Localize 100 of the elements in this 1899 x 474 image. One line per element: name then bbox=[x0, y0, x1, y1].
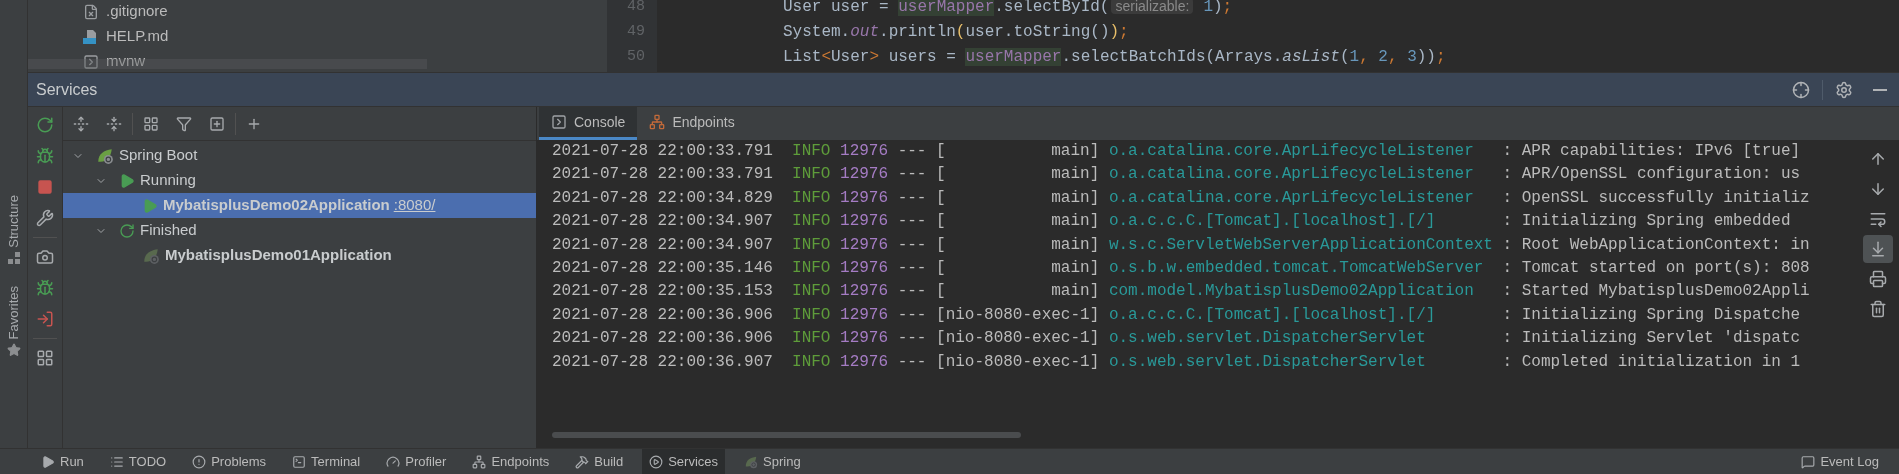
log-pid: 12976 bbox=[840, 211, 889, 233]
tool-window-tab[interactable]: Endpoints bbox=[465, 449, 557, 474]
event-log-button[interactable]: Event Log bbox=[1801, 451, 1879, 472]
gauge-icon bbox=[386, 454, 401, 469]
port-link[interactable]: :8080/ bbox=[393, 194, 436, 217]
log-pid: 12976 bbox=[840, 164, 889, 186]
log-thread: [nio-8080-exec-1] bbox=[936, 328, 1100, 350]
log-separator: --- bbox=[897, 211, 927, 233]
markdown-file-icon bbox=[83, 28, 99, 45]
log-logger: o.a.c.c.C.[Tomcat].[localhost].[/] bbox=[1108, 212, 1436, 231]
log-thread: [ main] bbox=[936, 164, 1100, 186]
log-message: : Completed initialization in 1 bbox=[1502, 351, 1801, 373]
log-message: : OpenSSL successfully initializ bbox=[1502, 187, 1810, 209]
structure-icon bbox=[7, 251, 20, 264]
project-file-item[interactable]: mvnw bbox=[83, 49, 607, 72]
services-icon bbox=[649, 454, 664, 469]
debug-icon bbox=[36, 147, 54, 165]
log-pid: 12976 bbox=[840, 304, 889, 326]
play-icon bbox=[41, 454, 55, 469]
side-tool-tab[interactable]: Structure bbox=[3, 195, 24, 264]
terminal-icon bbox=[292, 454, 307, 469]
tool-window-tab[interactable]: Profiler bbox=[379, 449, 454, 474]
tool-window-tab[interactable]: Run bbox=[34, 449, 91, 474]
wrench-icon bbox=[36, 209, 54, 227]
settings-icon bbox=[1835, 80, 1853, 99]
log-timestamp: 2021-07-28 22:00:33.791 bbox=[552, 164, 773, 186]
project-file-item[interactable]: .gitignore bbox=[83, 0, 607, 24]
attach-debugger-icon bbox=[36, 279, 54, 297]
stop-icon bbox=[37, 179, 53, 195]
log-pid: 12976 bbox=[840, 328, 889, 350]
log-pid: 12976 bbox=[840, 351, 889, 373]
console-tab[interactable]: Console bbox=[539, 107, 638, 140]
log-pid: 12976 bbox=[840, 258, 889, 280]
code-line: User user = userMapper.selectById( serializable: 1); bbox=[783, 0, 1233, 18]
log-logger: o.a.catalina.core.AprLifecycleListener bbox=[1108, 165, 1474, 184]
log-logger: com.model.MybatisplusDemo02Application bbox=[1108, 282, 1474, 301]
parameter-hint: serializable: bbox=[1111, 0, 1194, 14]
spring-leaf-icon bbox=[96, 146, 114, 165]
service-tree-item[interactable]: MybatisplusDemo01Application bbox=[63, 243, 536, 268]
log-logger: o.a.catalina.core.AprLifecycleListener bbox=[1108, 188, 1474, 207]
clear-icon bbox=[1869, 300, 1887, 318]
spring-leaf-icon bbox=[744, 454, 759, 469]
log-timestamp: 2021-07-28 22:00:36.906 bbox=[552, 304, 773, 326]
service-tree-item[interactable]: MybatisplusDemo02Application :8080/ bbox=[63, 193, 536, 218]
log-pid: 12976 bbox=[840, 281, 889, 303]
project-file-item[interactable]: HELP.md bbox=[83, 24, 607, 49]
tool-window-tab[interactable]: Services bbox=[642, 449, 726, 474]
star-icon bbox=[6, 343, 21, 358]
tool-window-tab[interactable]: Problems bbox=[185, 449, 274, 474]
log-timestamp: 2021-07-28 22:00:35.146 bbox=[552, 258, 773, 280]
scroll-to-end-button[interactable] bbox=[1863, 235, 1893, 263]
service-tree-item[interactable]: Spring Boot bbox=[63, 143, 536, 168]
warning-icon bbox=[192, 454, 207, 469]
tool-window-tab[interactable]: Spring bbox=[737, 449, 808, 474]
service-tree-item[interactable]: Running bbox=[63, 168, 536, 193]
log-logger: o.a.catalina.core.AprLifecycleListener bbox=[1108, 142, 1474, 160]
log-message: : Initializing Spring Dispatche bbox=[1502, 304, 1801, 326]
play-icon bbox=[142, 197, 158, 214]
log-level: INFO bbox=[792, 164, 831, 186]
tool-window-tab[interactable]: Terminal bbox=[285, 449, 368, 474]
endpoints-icon bbox=[649, 114, 666, 130]
log-thread: [ main] bbox=[936, 141, 1100, 162]
new-group-icon bbox=[209, 115, 225, 132]
print-icon bbox=[1869, 270, 1887, 288]
endpoints-icon bbox=[472, 454, 487, 469]
log-separator: --- bbox=[897, 141, 927, 162]
log-timestamp: 2021-07-28 22:00:36.906 bbox=[552, 328, 773, 350]
log-separator: --- bbox=[897, 187, 927, 209]
log-level: INFO bbox=[792, 187, 831, 209]
script-file-icon bbox=[83, 53, 99, 70]
log-logger: o.a.c.c.C.[Tomcat].[localhost].[/] bbox=[1108, 305, 1436, 324]
log-thread: [ main] bbox=[936, 211, 1100, 233]
panel-title: Services bbox=[36, 79, 98, 100]
log-level: INFO bbox=[792, 304, 831, 326]
rerun-icon bbox=[119, 222, 135, 239]
log-thread: [nio-8080-exec-1] bbox=[936, 351, 1100, 373]
log-level: INFO bbox=[792, 351, 831, 373]
log-level: INFO bbox=[792, 141, 831, 162]
service-tree-item[interactable]: Finished bbox=[63, 218, 536, 243]
ignored-file-icon bbox=[83, 3, 99, 20]
log-message: : APR/OpenSSL configuration: us bbox=[1502, 164, 1801, 186]
scrollbar-thumb[interactable] bbox=[28, 59, 427, 69]
log-logger: w.s.c.ServletWebServerApplicationContext bbox=[1108, 235, 1493, 254]
console-tab[interactable]: Endpoints bbox=[637, 107, 747, 140]
scrollbar-thumb[interactable] bbox=[552, 432, 1021, 438]
spring-leaf-icon bbox=[142, 246, 160, 265]
soft-wrap-icon bbox=[1869, 210, 1887, 228]
code-line: List<User> users = userMapper.selectBatchIds(Arrays.asList(1, 2, 3)); bbox=[783, 47, 1446, 68]
list-icon bbox=[109, 454, 124, 469]
side-tool-tab[interactable]: Favorites bbox=[3, 285, 24, 358]
filter-icon bbox=[176, 115, 192, 132]
tool-window-tab[interactable]: TODO bbox=[102, 449, 174, 474]
log-logger: o.s.web.servlet.DispatcherServlet bbox=[1108, 352, 1426, 371]
log-timestamp: 2021-07-28 22:00:33.791 bbox=[552, 141, 773, 162]
log-level: INFO bbox=[792, 281, 831, 303]
log-pid: 12976 bbox=[840, 234, 889, 256]
log-separator: --- bbox=[897, 351, 927, 373]
tool-window-tab[interactable]: Build bbox=[568, 449, 631, 474]
play-icon bbox=[119, 172, 135, 189]
log-message: : Started MybatisplusDemo02Appli bbox=[1502, 281, 1810, 303]
